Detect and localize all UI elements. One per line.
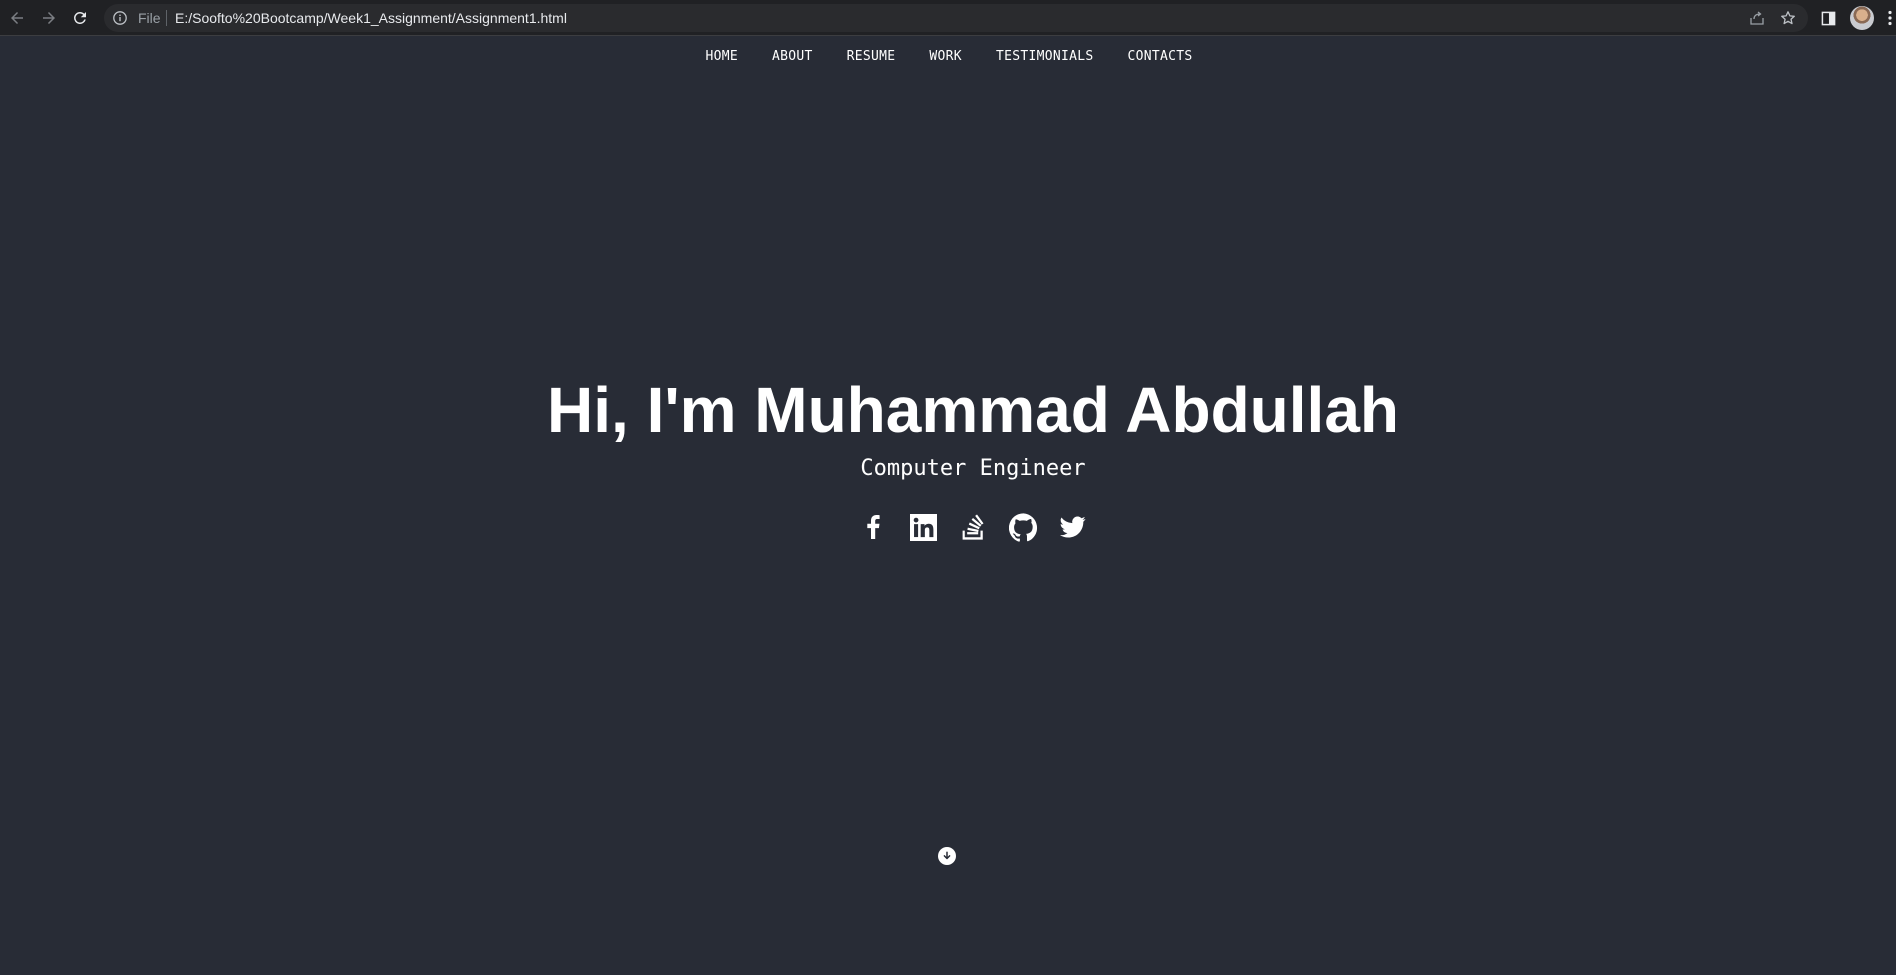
nav-about[interactable]: ABOUT (772, 49, 813, 64)
nav-testimonials[interactable]: TESTIMONIALS (996, 49, 1094, 64)
star-icon[interactable] (1780, 10, 1796, 26)
forward-icon[interactable] (37, 6, 61, 30)
linkedin-icon[interactable] (908, 512, 938, 542)
avatar[interactable] (1850, 6, 1874, 30)
side-panel-icon[interactable] (1818, 8, 1838, 28)
nav-home[interactable]: HOME (706, 49, 739, 64)
stackoverflow-icon[interactable] (958, 512, 988, 542)
menu-icon[interactable] (1888, 10, 1892, 26)
url-text[interactable]: E:/Soofto%20Bootcamp/Week1_Assignment/As… (175, 11, 567, 25)
arrow-down-circle-icon[interactable] (938, 847, 956, 865)
info-icon[interactable] (112, 10, 128, 26)
share-icon[interactable] (1749, 10, 1765, 26)
reload-icon[interactable] (68, 6, 92, 30)
twitter-icon[interactable] (1058, 512, 1088, 542)
hero-title: Hi, I'm Muhammad Abdullah (547, 374, 1399, 446)
nav-work[interactable]: WORK (929, 49, 962, 64)
main-nav: HOME ABOUT RESUME WORK TESTIMONIALS CONT… (0, 36, 1896, 76)
address-bar[interactable]: File E:/Soofto%20Bootcamp/Week1_Assignme… (104, 4, 1808, 32)
hero-section: Hi, I'm Muhammad Abdullah Computer Engin… (0, 370, 1896, 484)
social-links (0, 512, 1896, 542)
scheme-label: File (138, 10, 161, 26)
hero-subtitle: Computer Engineer (860, 456, 1086, 481)
omnibox-divider (166, 10, 167, 26)
nav-resume[interactable]: RESUME (847, 49, 896, 64)
browser-toolbar: File E:/Soofto%20Bootcamp/Week1_Assignme… (0, 0, 1896, 36)
facebook-icon[interactable] (858, 512, 888, 542)
github-icon[interactable] (1008, 512, 1038, 542)
nav-contacts[interactable]: CONTACTS (1127, 49, 1192, 64)
back-icon[interactable] (5, 6, 29, 30)
